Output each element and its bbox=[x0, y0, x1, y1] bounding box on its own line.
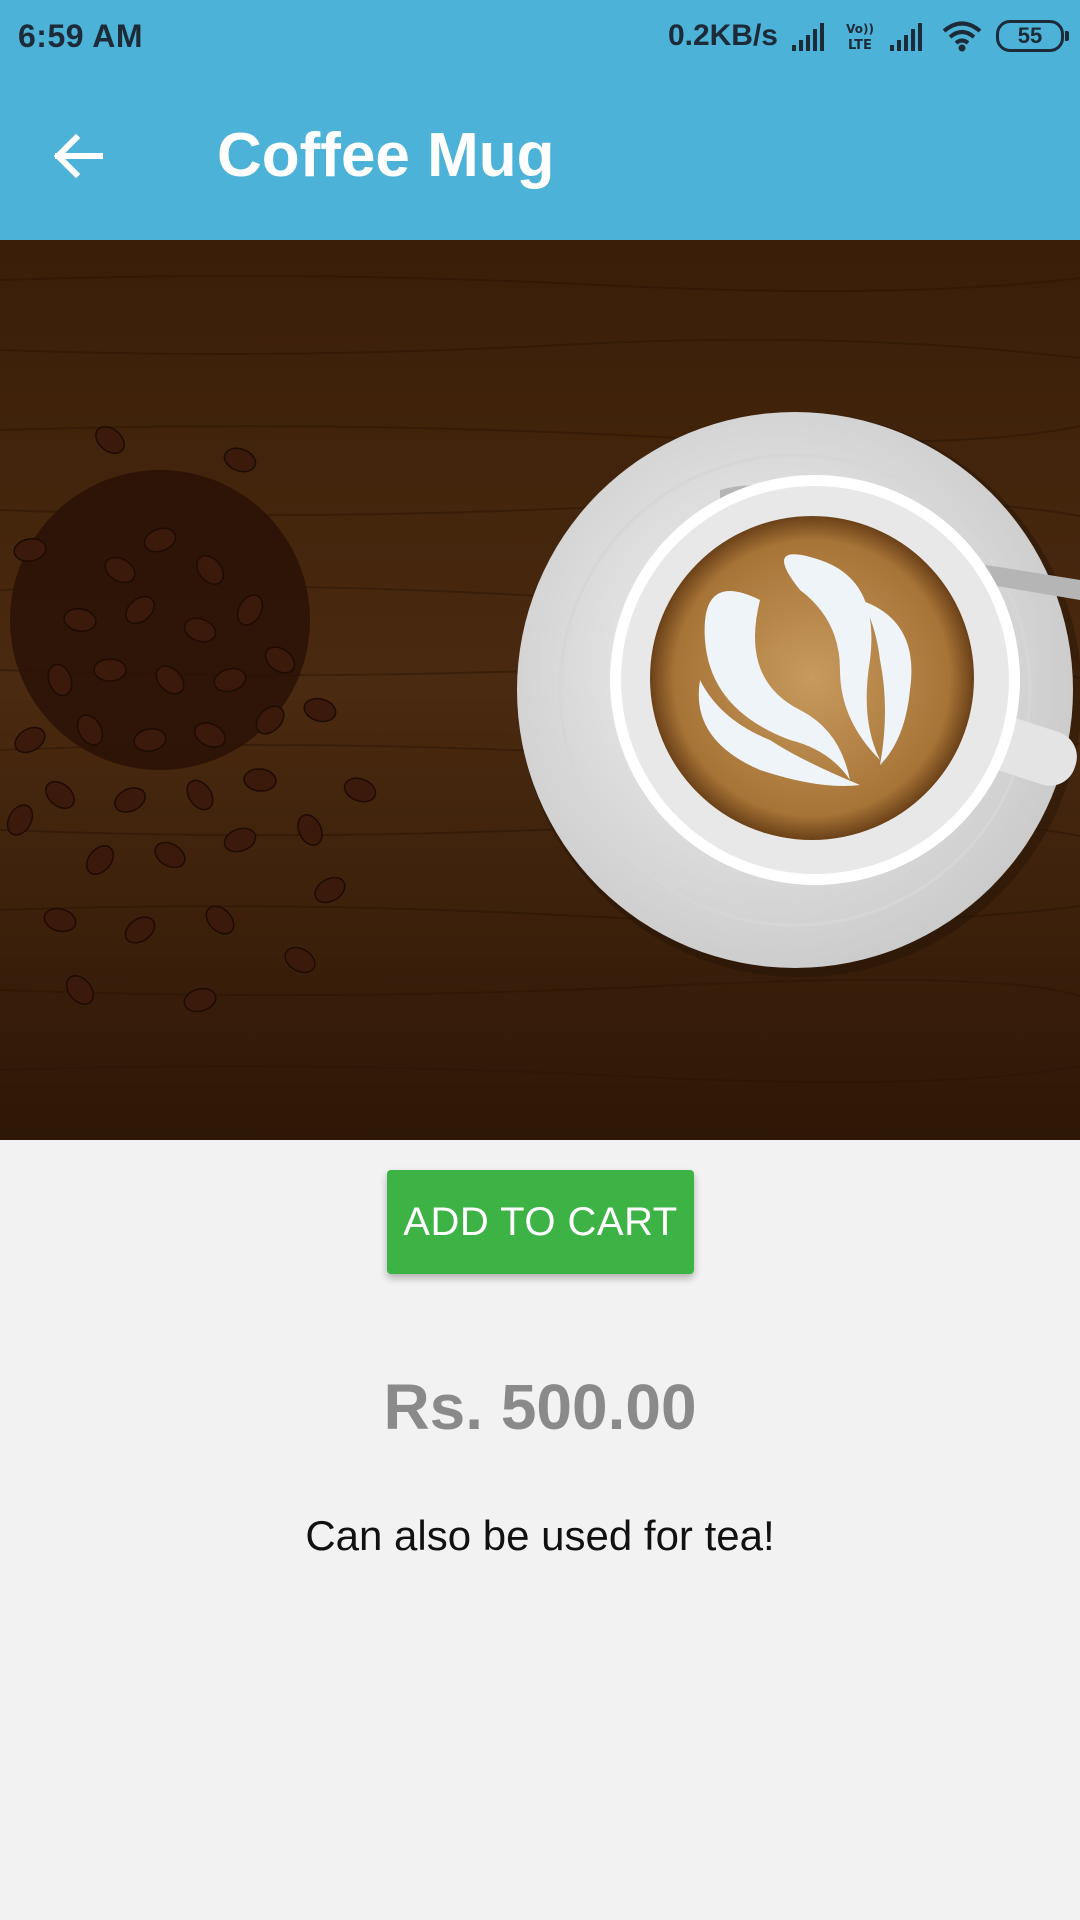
battery-icon: 55 bbox=[996, 20, 1069, 52]
page-title: Coffee Mug bbox=[217, 121, 555, 190]
signal-icon bbox=[792, 21, 830, 51]
lte-bottom-label: LTE bbox=[848, 38, 872, 52]
status-icons: 0.2KB/s Vo)) LTE 55 bbox=[667, 16, 1069, 56]
wifi-icon bbox=[942, 20, 982, 52]
arrow-left-icon bbox=[53, 133, 103, 179]
network-speed: 0.2KB/s bbox=[667, 19, 778, 52]
product-price: Rs. 500.00 bbox=[383, 1371, 697, 1443]
back-button[interactable] bbox=[38, 116, 118, 196]
lte-top-label: Vo)) bbox=[846, 22, 874, 36]
status-time: 6:59 AM bbox=[18, 18, 144, 54]
status-bar: 6:59 AM 0.2KB/s Vo)) LTE 55 bbox=[0, 0, 1080, 72]
lte-icon: Vo)) LTE bbox=[844, 20, 876, 52]
app-bar: Coffee Mug bbox=[0, 72, 1080, 240]
product-description: Can also be used for tea! bbox=[305, 1512, 775, 1559]
product-image bbox=[0, 240, 1080, 1140]
signal-icon bbox=[890, 21, 928, 51]
add-to-cart-button[interactable]: ADD TO CART bbox=[387, 1170, 694, 1274]
